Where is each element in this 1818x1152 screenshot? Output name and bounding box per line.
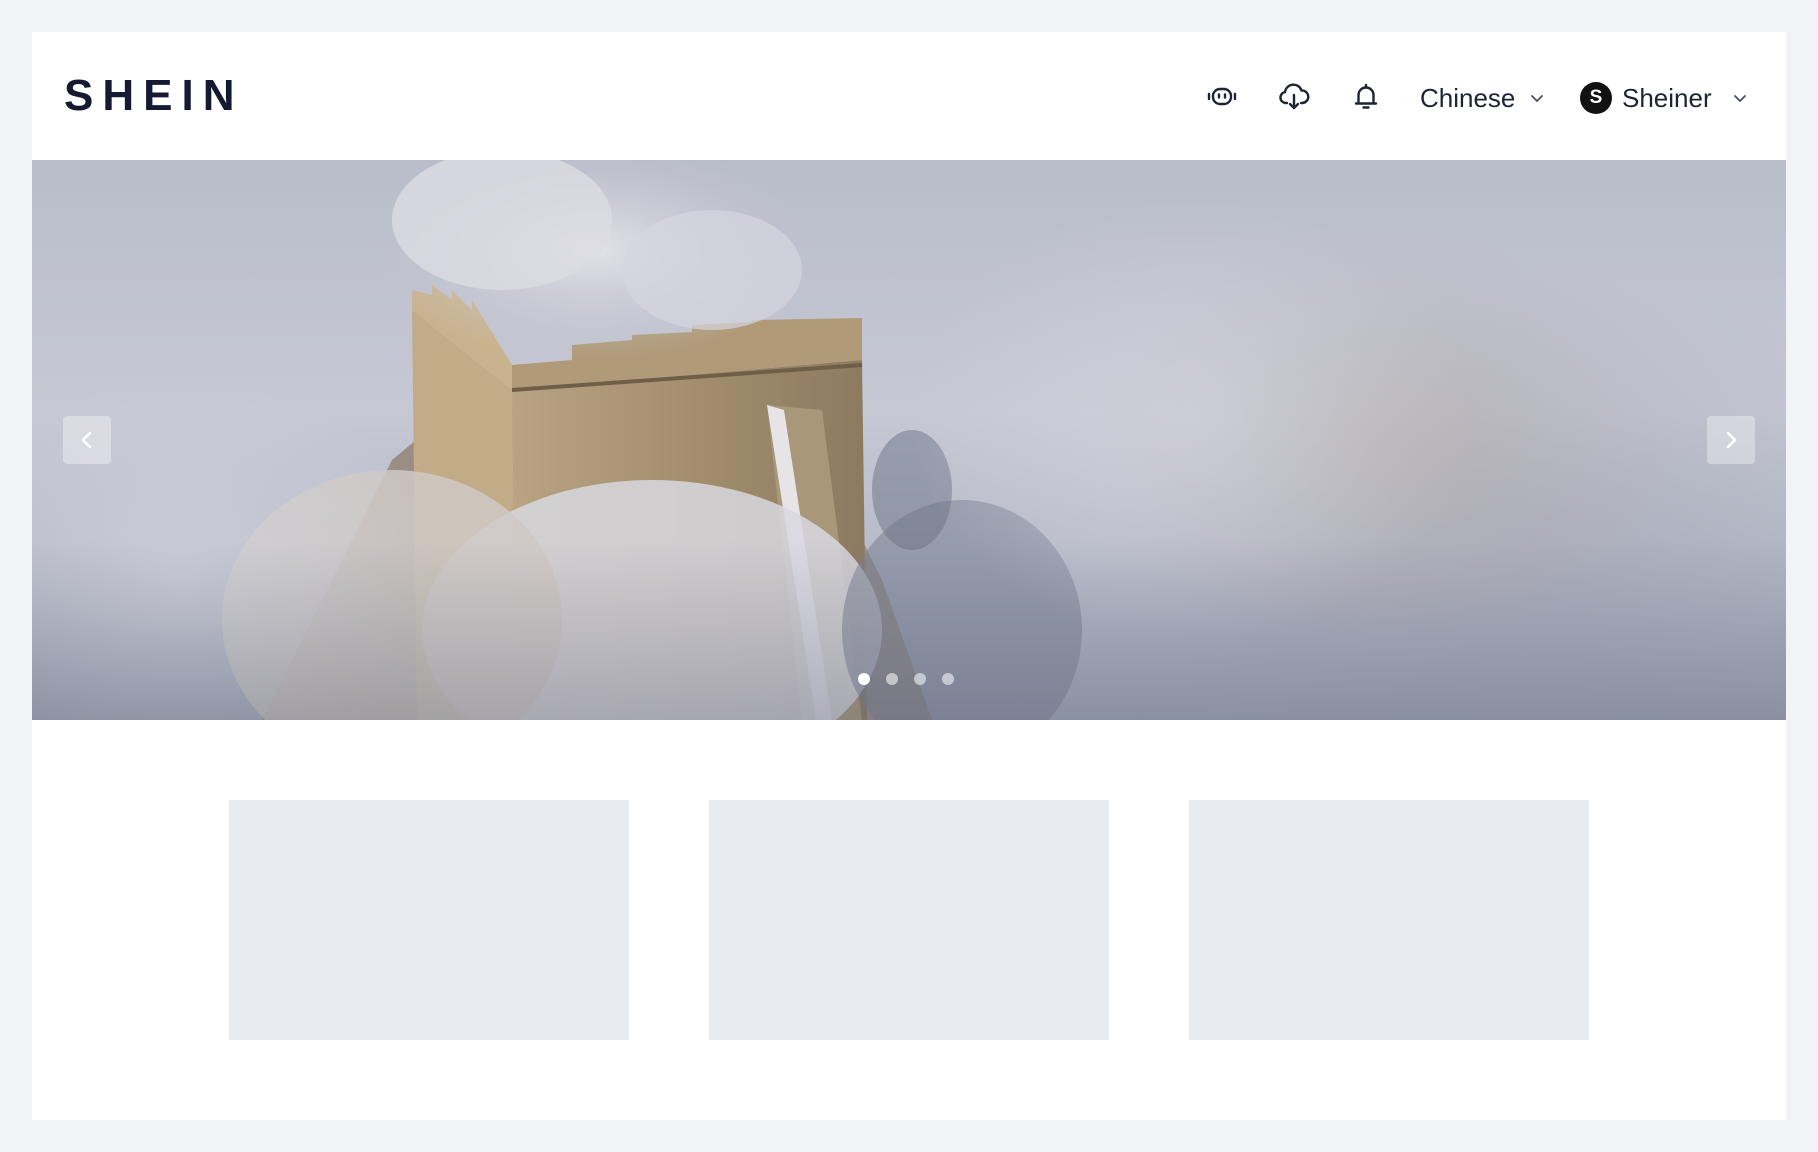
chevron-left-icon — [81, 431, 92, 449]
placeholder-card-3 — [1189, 800, 1589, 1040]
shein-logo[interactable]: SHEIN — [64, 74, 243, 118]
page-card: SHEIN Chinese S Sheiner — [32, 32, 1786, 1120]
user-name: Sheiner — [1622, 82, 1712, 113]
top-header: SHEIN Chinese S Sheiner — [32, 32, 1786, 160]
chevron-down-icon — [1732, 90, 1748, 106]
placeholder-card-2 — [709, 800, 1109, 1040]
language-label: Chinese — [1420, 82, 1516, 113]
bell-icon[interactable] — [1348, 79, 1384, 115]
carousel-dot-3[interactable] — [914, 673, 926, 685]
robot-icon[interactable] — [1204, 79, 1240, 115]
cloud-download-icon[interactable] — [1276, 79, 1312, 115]
chevron-right-icon — [1726, 431, 1737, 449]
user-menu[interactable]: S Sheiner — [1580, 80, 1748, 116]
great-wall-image — [32, 160, 1786, 720]
avatar: S — [1580, 82, 1612, 114]
carousel-prev-button[interactable] — [63, 416, 111, 464]
carousel-dot-2[interactable] — [886, 673, 898, 685]
carousel-dot-1[interactable] — [858, 673, 870, 685]
carousel-dot-4[interactable] — [942, 673, 954, 685]
carousel-next-button[interactable] — [1707, 416, 1755, 464]
placeholder-card-1 — [229, 800, 629, 1040]
hero-carousel — [32, 160, 1786, 720]
carousel-indicators — [858, 673, 954, 685]
chevron-down-icon — [1529, 90, 1545, 106]
language-selector[interactable]: Chinese — [1420, 80, 1545, 116]
